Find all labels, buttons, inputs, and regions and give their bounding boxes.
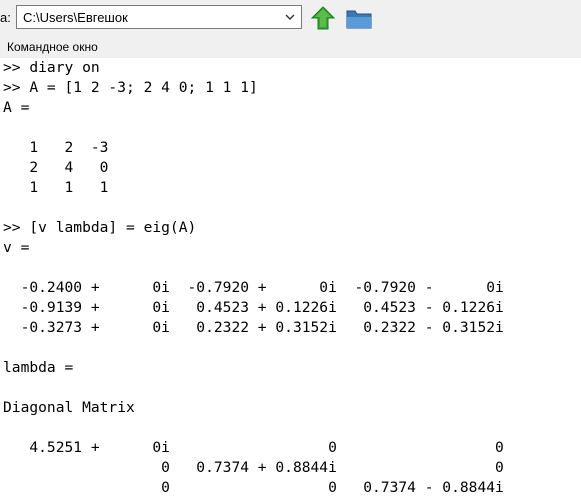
console-line: >> A = [1 2 -3; 2 4 0; 1 1 1] [3, 79, 258, 96]
current-folder-dropdown[interactable]: C:\Users\Евгешок [16, 5, 302, 29]
current-folder-label: a: [0, 10, 11, 25]
console-line: 2 4 0 [3, 159, 109, 176]
command-window-header: Командное окно [0, 36, 581, 58]
console-line: 0 0.7374 + 0.8844i 0 [3, 459, 504, 476]
console-line: -0.3273 + 0i 0.2322 + 0.3152i 0.2322 - 0… [3, 319, 504, 336]
console-line: Diagonal Matrix [3, 399, 135, 416]
up-one-level-icon[interactable] [310, 5, 336, 31]
console-line: -0.2400 + 0i -0.7920 + 0i -0.7920 - 0i [3, 279, 504, 296]
console-line: A = [3, 99, 30, 116]
console-line: 1 1 1 [3, 179, 109, 196]
console-line: 4.5251 + 0i 0 0 [3, 439, 504, 456]
current-folder-path[interactable]: C:\Users\Евгешок [23, 10, 128, 25]
command-window[interactable]: >> diary on >> A = [1 2 -3; 2 4 0; 1 1 1]… [0, 58, 581, 503]
browse-folder-icon[interactable] [345, 6, 373, 30]
console-line: 1 2 -3 [3, 139, 109, 156]
chevron-down-icon[interactable] [283, 8, 297, 26]
command-window-output: >> diary on >> A = [1 2 -3; 2 4 0; 1 1 1]… [0, 58, 581, 498]
command-window-title: Командное окно [7, 40, 98, 54]
console-line: lambda = [3, 359, 74, 376]
console-line: v = [3, 239, 30, 256]
console-line: -0.9139 + 0i 0.4523 + 0.1226i 0.4523 - 0… [3, 299, 504, 316]
console-line: >> diary on [3, 59, 100, 76]
console-line: >> [v lambda] = eig(A) [3, 219, 197, 236]
current-folder-toolbar: a: C:\Users\Евгешок [0, 0, 581, 36]
console-line: 0 0 0.7374 - 0.8844i [3, 479, 504, 496]
